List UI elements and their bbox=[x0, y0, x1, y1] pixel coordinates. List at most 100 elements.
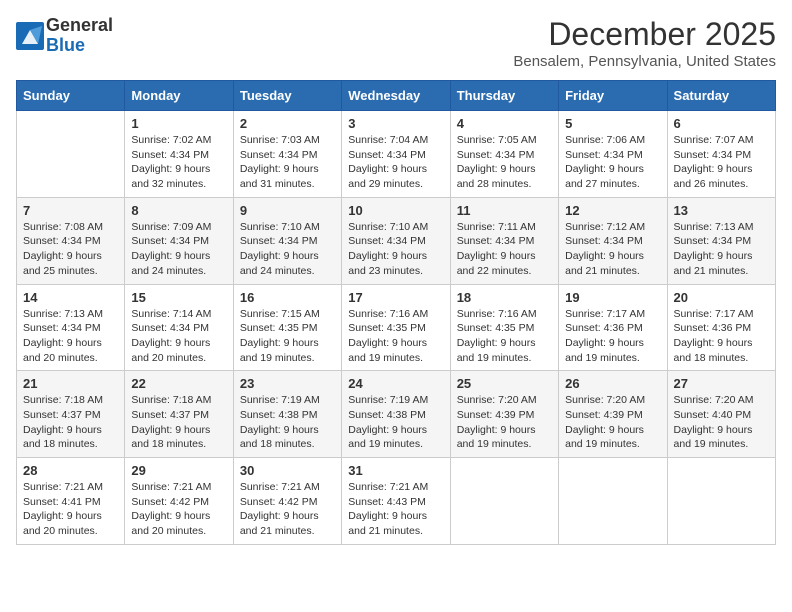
month-title: December 2025 bbox=[513, 16, 776, 53]
calendar-cell: 23 Sunrise: 7:19 AM Sunset: 4:38 PM Dayli… bbox=[233, 371, 341, 458]
day-number: 4 bbox=[457, 116, 552, 131]
calendar-cell: 30 Sunrise: 7:21 AM Sunset: 4:42 PM Dayli… bbox=[233, 458, 341, 545]
day-header-saturday: Saturday bbox=[667, 81, 775, 111]
day-info: Sunrise: 7:19 AM Sunset: 4:38 PM Dayligh… bbox=[348, 393, 443, 452]
calendar-cell: 29Sunrise: 7:21 AM Sunset: 4:42 PM Dayli… bbox=[125, 458, 233, 545]
day-info: Sunrise: 7:19 AM Sunset: 4:38 PM Dayligh… bbox=[240, 393, 335, 452]
day-number: 13 bbox=[674, 203, 769, 218]
day-number: 2 bbox=[240, 116, 335, 131]
logo-icon bbox=[16, 22, 44, 50]
day-number: 6 bbox=[674, 116, 769, 131]
day-number: 17 bbox=[348, 290, 443, 305]
calendar-week-1: 1 Sunrise: 7:02 AM Sunset: 4:34 PM Daylig… bbox=[17, 111, 776, 198]
title-block: December 2025 Bensalem, Pennsylvania, Un… bbox=[513, 16, 776, 70]
calendar-cell: 14Sunrise: 7:13 AM Sunset: 4:34 PM Dayli… bbox=[17, 284, 125, 371]
calendar-cell bbox=[667, 458, 775, 545]
day-info: Sunrise: 7:13 AM Sunset: 4:34 PM Dayligh… bbox=[23, 307, 118, 366]
calendar-cell: 13 Sunrise: 7:13 AM Sunset: 4:34 PM Dayli… bbox=[667, 197, 775, 284]
day-info: Sunrise: 7:15 AM Sunset: 4:35 PM Dayligh… bbox=[240, 307, 335, 366]
day-number: 23 bbox=[240, 376, 335, 391]
location: Bensalem, Pennsylvania, United States bbox=[513, 53, 776, 70]
calendar-cell: 25 Sunrise: 7:20 AM Sunset: 4:39 PM Dayli… bbox=[450, 371, 558, 458]
day-info: Sunrise: 7:05 AM Sunset: 4:34 PM Dayligh… bbox=[457, 133, 552, 192]
day-info: Sunrise: 7:13 AM Sunset: 4:34 PM Dayligh… bbox=[674, 220, 769, 279]
calendar-cell: 18 Sunrise: 7:16 AM Sunset: 4:35 PM Dayli… bbox=[450, 284, 558, 371]
day-header-monday: Monday bbox=[125, 81, 233, 111]
day-number: 5 bbox=[565, 116, 660, 131]
day-info: Sunrise: 7:12 AM Sunset: 4:34 PM Dayligh… bbox=[565, 220, 660, 279]
logo-general-text: General bbox=[46, 16, 113, 36]
calendar-cell: 8 Sunrise: 7:09 AM Sunset: 4:34 PM Daylig… bbox=[125, 197, 233, 284]
calendar-week-4: 21 Sunrise: 7:18 AM Sunset: 4:37 PM Dayli… bbox=[17, 371, 776, 458]
day-number: 11 bbox=[457, 203, 552, 218]
day-number: 12 bbox=[565, 203, 660, 218]
day-info: Sunrise: 7:17 AM Sunset: 4:36 PM Dayligh… bbox=[565, 307, 660, 366]
calendar-cell: 21 Sunrise: 7:18 AM Sunset: 4:37 PM Dayli… bbox=[17, 371, 125, 458]
calendar-week-3: 14Sunrise: 7:13 AM Sunset: 4:34 PM Dayli… bbox=[17, 284, 776, 371]
day-number: 8 bbox=[131, 203, 226, 218]
day-number: 18 bbox=[457, 290, 552, 305]
calendar-cell: 22Sunrise: 7:18 AM Sunset: 4:37 PM Dayli… bbox=[125, 371, 233, 458]
day-header-sunday: Sunday bbox=[17, 81, 125, 111]
day-info: Sunrise: 7:14 AM Sunset: 4:34 PM Dayligh… bbox=[131, 307, 226, 366]
day-number: 10 bbox=[348, 203, 443, 218]
day-info: Sunrise: 7:10 AM Sunset: 4:34 PM Dayligh… bbox=[348, 220, 443, 279]
day-info: Sunrise: 7:20 AM Sunset: 4:39 PM Dayligh… bbox=[457, 393, 552, 452]
calendar-cell: 2 Sunrise: 7:03 AM Sunset: 4:34 PM Daylig… bbox=[233, 111, 341, 198]
calendar-table: SundayMondayTuesdayWednesdayThursdayFrid… bbox=[16, 80, 776, 545]
day-info: Sunrise: 7:11 AM Sunset: 4:34 PM Dayligh… bbox=[457, 220, 552, 279]
day-info: Sunrise: 7:06 AM Sunset: 4:34 PM Dayligh… bbox=[565, 133, 660, 192]
calendar-cell: 11 Sunrise: 7:11 AM Sunset: 4:34 PM Dayli… bbox=[450, 197, 558, 284]
day-number: 29 bbox=[131, 463, 226, 478]
day-number: 27 bbox=[674, 376, 769, 391]
day-info: Sunrise: 7:03 AM Sunset: 4:34 PM Dayligh… bbox=[240, 133, 335, 192]
day-info: Sunrise: 7:09 AM Sunset: 4:34 PM Dayligh… bbox=[131, 220, 226, 279]
calendar-cell: 10 Sunrise: 7:10 AM Sunset: 4:34 PM Dayli… bbox=[342, 197, 450, 284]
calendar-cell: 9 Sunrise: 7:10 AM Sunset: 4:34 PM Daylig… bbox=[233, 197, 341, 284]
day-header-friday: Friday bbox=[559, 81, 667, 111]
calendar-week-5: 28Sunrise: 7:21 AM Sunset: 4:41 PM Dayli… bbox=[17, 458, 776, 545]
day-info: Sunrise: 7:02 AM Sunset: 4:34 PM Dayligh… bbox=[131, 133, 226, 192]
calendar-cell: 27 Sunrise: 7:20 AM Sunset: 4:40 PM Dayli… bbox=[667, 371, 775, 458]
calendar-cell: 7Sunrise: 7:08 AM Sunset: 4:34 PM Daylig… bbox=[17, 197, 125, 284]
day-number: 3 bbox=[348, 116, 443, 131]
calendar-cell: 3Sunrise: 7:04 AM Sunset: 4:34 PM Daylig… bbox=[342, 111, 450, 198]
calendar-cell: 20Sunrise: 7:17 AM Sunset: 4:36 PM Dayli… bbox=[667, 284, 775, 371]
day-info: Sunrise: 7:18 AM Sunset: 4:37 PM Dayligh… bbox=[131, 393, 226, 452]
day-number: 15 bbox=[131, 290, 226, 305]
day-info: Sunrise: 7:10 AM Sunset: 4:34 PM Dayligh… bbox=[240, 220, 335, 279]
day-number: 25 bbox=[457, 376, 552, 391]
calendar-cell: 16 Sunrise: 7:15 AM Sunset: 4:35 PM Dayli… bbox=[233, 284, 341, 371]
day-header-tuesday: Tuesday bbox=[233, 81, 341, 111]
day-number: 30 bbox=[240, 463, 335, 478]
calendar-header-row: SundayMondayTuesdayWednesdayThursdayFrid… bbox=[17, 81, 776, 111]
day-info: Sunrise: 7:16 AM Sunset: 4:35 PM Dayligh… bbox=[457, 307, 552, 366]
calendar-cell bbox=[450, 458, 558, 545]
calendar-cell: 5 Sunrise: 7:06 AM Sunset: 4:34 PM Daylig… bbox=[559, 111, 667, 198]
day-info: Sunrise: 7:20 AM Sunset: 4:40 PM Dayligh… bbox=[674, 393, 769, 452]
day-info: Sunrise: 7:21 AM Sunset: 4:43 PM Dayligh… bbox=[348, 480, 443, 539]
day-info: Sunrise: 7:16 AM Sunset: 4:35 PM Dayligh… bbox=[348, 307, 443, 366]
day-number: 16 bbox=[240, 290, 335, 305]
day-number: 21 bbox=[23, 376, 118, 391]
calendar-cell: 1 Sunrise: 7:02 AM Sunset: 4:34 PM Daylig… bbox=[125, 111, 233, 198]
calendar-week-2: 7Sunrise: 7:08 AM Sunset: 4:34 PM Daylig… bbox=[17, 197, 776, 284]
calendar-cell bbox=[17, 111, 125, 198]
day-number: 26 bbox=[565, 376, 660, 391]
day-info: Sunrise: 7:20 AM Sunset: 4:39 PM Dayligh… bbox=[565, 393, 660, 452]
calendar-cell: 15 Sunrise: 7:14 AM Sunset: 4:34 PM Dayli… bbox=[125, 284, 233, 371]
calendar-cell: 12 Sunrise: 7:12 AM Sunset: 4:34 PM Dayli… bbox=[559, 197, 667, 284]
day-number: 31 bbox=[348, 463, 443, 478]
calendar-cell: 4 Sunrise: 7:05 AM Sunset: 4:34 PM Daylig… bbox=[450, 111, 558, 198]
calendar-cell: 24Sunrise: 7:19 AM Sunset: 4:38 PM Dayli… bbox=[342, 371, 450, 458]
calendar-cell: 26 Sunrise: 7:20 AM Sunset: 4:39 PM Dayli… bbox=[559, 371, 667, 458]
calendar-cell bbox=[559, 458, 667, 545]
calendar-cell: 28Sunrise: 7:21 AM Sunset: 4:41 PM Dayli… bbox=[17, 458, 125, 545]
logo: General Blue bbox=[16, 16, 113, 56]
calendar-cell: 19Sunrise: 7:17 AM Sunset: 4:36 PM Dayli… bbox=[559, 284, 667, 371]
day-number: 9 bbox=[240, 203, 335, 218]
day-info: Sunrise: 7:18 AM Sunset: 4:37 PM Dayligh… bbox=[23, 393, 118, 452]
day-info: Sunrise: 7:21 AM Sunset: 4:41 PM Dayligh… bbox=[23, 480, 118, 539]
day-info: Sunrise: 7:21 AM Sunset: 4:42 PM Dayligh… bbox=[240, 480, 335, 539]
day-number: 1 bbox=[131, 116, 226, 131]
